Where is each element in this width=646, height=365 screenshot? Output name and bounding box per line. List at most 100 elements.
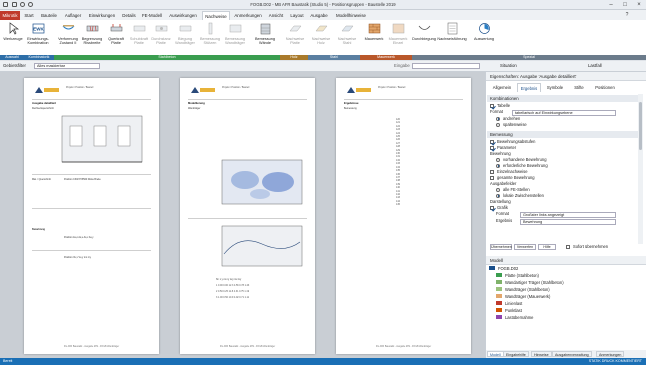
filter-select[interactable]: Alles maskierbar [34, 63, 100, 69]
search-label: Eingabe [394, 63, 410, 68]
verformung-button[interactable]: Verformung Zustand II [56, 22, 80, 56]
situation-label[interactable]: Situation [500, 63, 517, 68]
tab-auflager[interactable]: Auflager [62, 11, 84, 20]
tab-start[interactable]: Start [22, 11, 36, 20]
btab-anmerkungen[interactable]: Anmerkungen [596, 351, 625, 357]
tab-fe-modell[interactable]: FE-Modell [140, 11, 164, 20]
nachweise-platte-button[interactable]: Nachweise Platte [282, 22, 308, 56]
app-window: FOGB.D02 - MB AFR Baustatik (Studio 5) -… [0, 0, 646, 365]
tree-item-1[interactable]: Wandartiger Träger (Stahlbeton) [496, 280, 564, 286]
nachweise-holz-button[interactable]: Nachweise Holz [308, 22, 334, 56]
durchstanz-button[interactable]: Durchstanz Platte [150, 22, 172, 56]
beam-icon [496, 280, 502, 285]
check-list-icon [447, 22, 457, 35]
ergebnis-select[interactable]: Bewehrung [520, 219, 616, 225]
section-bemessung[interactable]: Bemessung [487, 131, 642, 138]
model-title: Modell [486, 256, 646, 265]
tree-item-3[interactable]: Wandträger (Mauerwerk) [496, 294, 550, 300]
tab-layout[interactable]: Layout [288, 11, 306, 20]
mauerwerk-button[interactable]: Mauerwerk [362, 22, 386, 56]
apply-button[interactable]: Übernehmen [490, 244, 512, 250]
btab-eingabehilfe[interactable]: Eingabehilfe [503, 351, 529, 357]
logo [35, 87, 59, 93]
spaltenweise-radio[interactable]: spaltenweise [496, 122, 527, 128]
tab-ausgabe[interactable]: Ausgabe [308, 11, 330, 20]
plate-check-icon [288, 25, 302, 32]
btab-modell[interactable]: Modell [487, 351, 504, 357]
tab-auswirkungen[interactable]: Auswirkungen [166, 11, 200, 20]
group-holz: Holz [280, 55, 308, 60]
tab-ansicht[interactable]: Ansicht [266, 11, 286, 20]
timber-icon [314, 25, 328, 32]
nachweisfuehrung-button[interactable]: Nachweisführung [436, 22, 468, 56]
tree-item-4[interactable]: Linienlast [496, 301, 522, 307]
tab-einwirkungen[interactable]: Einwirkungen [86, 11, 118, 20]
masonry-icon [368, 23, 380, 34]
tree-root[interactable]: FOGB.D02 [489, 266, 518, 272]
ptab-symbole[interactable]: Symbole [543, 83, 567, 92]
ewk-button[interactable]: EWK Einwirkungs- Kombination [24, 22, 52, 56]
logo [191, 87, 215, 93]
tree-item-0[interactable]: Platte (Stahlbeton) [496, 273, 539, 279]
rissbreite-button[interactable]: Begrenzung Rissbreite [80, 22, 104, 56]
format2-select[interactable]: Großster links angezeigt [520, 212, 616, 218]
ribbon-tabs: Mikrotik Start Bauteile Auflager Einwirk… [0, 10, 646, 20]
tab-anmerkungen[interactable]: Anmerkungen [232, 11, 264, 20]
close-button[interactable]: × [632, 1, 646, 9]
ptab-positionen[interactable]: Positionen [591, 83, 619, 92]
maximize-button[interactable]: □ [618, 1, 632, 9]
bemessung-waende-button[interactable]: Bemessung Wände [250, 22, 280, 56]
bottom-tabs: Modell Eingabehilfe Hinweise Ausgabenver… [486, 350, 646, 358]
discard-button[interactable]: Verwerfen [514, 244, 536, 250]
schubkraft-button[interactable]: Schubkraft Platte [128, 22, 150, 56]
group-auswahl: Auswahl [0, 55, 24, 60]
tree-item-2[interactable]: Wandträger (Stahlbeton) [496, 287, 550, 293]
point-load-icon [496, 308, 502, 313]
bemessung-wandtraeger-button[interactable]: Bemessung Wandträger [222, 22, 248, 56]
lastfall-label[interactable]: Lastfall [588, 63, 602, 68]
ptab-allgemein[interactable]: Allgemein [489, 83, 515, 92]
properties-panel: Eigenschaften: Ausgabe 'Ausgabe detailli… [485, 72, 646, 358]
tree-item-5[interactable]: Punktlast [496, 308, 522, 314]
radio-icon [496, 122, 500, 127]
line-load-icon [496, 301, 502, 306]
page-1-title: Ausgabe detailliert [32, 102, 57, 105]
group-mauerwerk: Mauerwerk [360, 55, 412, 60]
status-right: STATIK DRUCK KOMMENTIERT [588, 359, 642, 363]
scrollbar[interactable] [638, 94, 643, 244]
sofort-checkbox[interactable]: Sofort übernehmen [566, 244, 608, 250]
radio-icon [496, 116, 500, 121]
masonry-icon [496, 294, 502, 299]
tree-item-6[interactable]: Lastübernahme [496, 315, 533, 321]
tab-bauteile[interactable]: Bauteile [38, 11, 60, 20]
bemessung-stuetzen-button[interactable]: Bemessung Stützen [198, 22, 222, 56]
werkzeuge-button[interactable]: Werkzeuge [2, 22, 24, 56]
title-bar: FOGB.D02 - MB AFR Baustatik (Studio 5) -… [0, 0, 646, 10]
svg-text:EWK: EWK [33, 27, 44, 32]
format-select[interactable]: tabellarisch auf Einwirkungsebene [512, 110, 616, 116]
nachweise-stahl-button[interactable]: Nachweise Stahl [334, 22, 360, 56]
btab-ausgabenverwaltung[interactable]: Ausgabenverwaltung [552, 351, 592, 357]
mauerwerk-einzel-button[interactable]: Mauerwerk Einzel [386, 22, 410, 56]
help-button[interactable]: Hilfe [538, 244, 556, 250]
durchbiegung-button[interactable]: Durchbiegung [412, 22, 436, 56]
page-2-footer: FG AFR Baustatik - Ausgabe M/S - FOGB Wa… [219, 346, 276, 348]
tab-nachweise[interactable]: Nachweise [202, 11, 230, 20]
ptab-stifte[interactable]: Stifte [569, 83, 589, 92]
search-input[interactable] [412, 63, 480, 69]
minimize-button[interactable]: – [604, 1, 618, 9]
tab-details[interactable]: Details [120, 11, 138, 20]
querkraft-button[interactable]: Querkraft Platte [104, 22, 128, 56]
tab-modellhinweise[interactable]: Modellhinweise [332, 11, 370, 20]
biegung-button[interactable]: Biegung Wandträger [172, 22, 198, 56]
help-icon[interactable]: ? [620, 11, 634, 19]
status-text: Bereit [3, 359, 13, 363]
section-kombinationen[interactable]: Kombinationen [487, 95, 642, 102]
tab-file[interactable]: Mikrotik [0, 11, 20, 20]
deflection-icon [418, 25, 430, 30]
beam-deflection-icon [62, 25, 74, 30]
ptab-ergebnis[interactable]: Ergebnis [517, 83, 541, 92]
btab-hinweise[interactable]: Hinweise [531, 351, 552, 357]
auswertung-button[interactable]: Auswertung [470, 22, 498, 56]
document-view[interactable]: Projekt / Position / Bauteil Ausgabe det… [0, 72, 485, 358]
